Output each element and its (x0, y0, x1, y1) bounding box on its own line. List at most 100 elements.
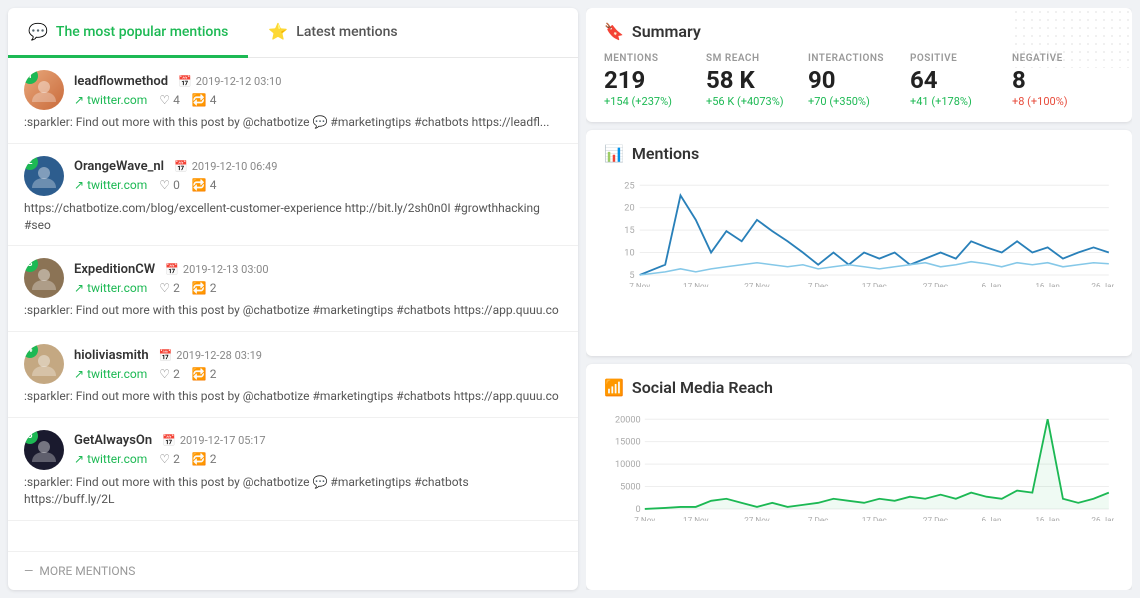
retweet-icon: 🔁 (192, 367, 207, 381)
svg-text:10000: 10000 (615, 459, 641, 470)
source-link[interactable]: ↗ twitter.com (74, 367, 147, 381)
mentions-chart-container: 25 20 15 10 5 7 Nov 17 Nov 27 Nov 7 Dec … (604, 175, 1114, 343)
mention-source-row: ↗ twitter.com ♡ 2 🔁 2 (74, 367, 562, 381)
calendar-icon: 📅 (162, 434, 176, 447)
mention-meta: leadflowmethod 📅 2019-12-12 03:10 ↗ twit… (74, 74, 562, 107)
svg-text:20: 20 (624, 203, 634, 214)
svg-text:20000: 20000 (615, 414, 641, 425)
svg-text:25: 25 (624, 180, 634, 191)
heart-icon: ♡ (159, 452, 170, 466)
star-icon: ⭐ (268, 22, 288, 41)
stat-label: MENTIONS (604, 53, 706, 64)
mention-date: 📅 2019-12-13 03:00 (165, 263, 268, 276)
stat-block: MENTIONS 219 +154 (+237%) (604, 53, 706, 108)
source-link[interactable]: ↗ twitter.com (74, 93, 147, 107)
share-icon: ↗ (74, 452, 84, 466)
mentions-chart-svg: 25 20 15 10 5 7 Nov 17 Nov 27 Nov 7 Dec … (604, 175, 1114, 287)
stat-value: 219 (604, 68, 706, 92)
stat-change: +56 K (+4073%) (706, 95, 808, 108)
chat-icon: 💬 (28, 22, 48, 41)
stat-label: POSITIVE (910, 53, 1012, 64)
retweet-icon: 🔁 (192, 281, 207, 295)
mention-text: https://chatbotize.com/blog/excellent-cu… (24, 200, 562, 234)
svg-text:6 Jan: 6 Jan (982, 281, 1002, 287)
svg-text:7 Dec: 7 Dec (808, 515, 829, 521)
stat-value: 64 (910, 68, 1012, 92)
avatar: 4 (24, 344, 64, 384)
stat-value: 8 (1012, 68, 1114, 92)
retweet-icon: 🔁 (192, 93, 207, 107)
retweets-stat: 🔁 2 (192, 452, 217, 466)
retweets-stat: 🔁 2 (192, 281, 217, 295)
mention-meta: hioliviasmith 📅 2019-12-28 03:19 ↗ twitt… (74, 348, 562, 381)
likes-stat: ♡ 4 (159, 93, 180, 107)
likes-stat: ♡ 0 (159, 178, 180, 192)
mention-date: 📅 2019-12-28 03:19 (159, 349, 262, 362)
likes-stat: ♡ 2 (159, 452, 180, 466)
mention-meta: GetAlwaysOn 📅 2019-12-17 05:17 ↗ twitter… (74, 433, 562, 466)
svg-text:16 Jan: 16 Jan (1035, 515, 1060, 521)
stat-block: SM REACH 58 K +56 K (+4073%) (706, 53, 808, 108)
svg-text:17 Dec: 17 Dec (862, 281, 887, 287)
stat-block: INTERACTIONS 90 +70 (+350%) (808, 53, 910, 108)
summary-card: 🔖 Summary MENTIONS 219 +154 (+237%) SM R… (586, 8, 1132, 122)
mention-username: GetAlwaysOn (74, 433, 152, 448)
mention-item: 1 leadflowmethod 📅 2019-12-12 03:10 (8, 58, 578, 144)
share-icon: ↗ (74, 281, 84, 295)
mention-date: 📅 2019-12-10 06:49 (174, 160, 277, 173)
svg-text:17 Dec: 17 Dec (862, 515, 887, 521)
svg-text:26 Jan: 26 Jan (1091, 515, 1113, 521)
calendar-icon: 📅 (165, 263, 179, 276)
svg-text:5000: 5000 (620, 482, 641, 493)
reach-chart-card: 📶 Social Media Reach 20000 15000 10000 5… (586, 364, 1132, 590)
more-mentions-label: MORE MENTIONS (39, 564, 135, 578)
stat-block: POSITIVE 64 +41 (+178%) (910, 53, 1012, 108)
likes-stat: ♡ 2 (159, 367, 180, 381)
share-icon: ↗ (74, 367, 84, 381)
mention-username: hioliviasmith (74, 348, 149, 363)
mention-date: 📅 2019-12-17 05:17 (162, 434, 265, 447)
more-mentions-button[interactable]: — MORE MENTIONS (8, 551, 578, 590)
mention-date: 📅 2019-12-12 03:10 (178, 75, 281, 88)
tab-latest-label: Latest mentions (296, 24, 397, 40)
share-icon: ↗ (74, 93, 84, 107)
heart-icon: ♡ (159, 281, 170, 295)
mention-username: OrangeWave_nl (74, 159, 164, 174)
bar-chart-icon: 📊 (604, 144, 624, 163)
source-link[interactable]: ↗ twitter.com (74, 178, 147, 192)
calendar-icon: 📅 (174, 160, 188, 173)
mention-item: 2 OrangeWave_nl 📅 2019-12-10 06:49 (8, 144, 578, 247)
avatar: 2 (24, 156, 64, 196)
svg-text:26 Jan: 26 Jan (1091, 281, 1113, 287)
svg-text:27 Dec: 27 Dec (923, 281, 948, 287)
tab-popular[interactable]: 💬 The most popular mentions (8, 8, 248, 58)
calendar-icon: 📅 (178, 75, 192, 88)
svg-text:27 Nov: 27 Nov (744, 281, 770, 287)
svg-text:5: 5 (629, 270, 634, 281)
avatar: 3 (24, 258, 64, 298)
stat-change: +154 (+237%) (604, 95, 706, 108)
heart-icon: ♡ (159, 178, 170, 192)
mention-meta: OrangeWave_nl 📅 2019-12-10 06:49 ↗ twitt… (74, 159, 562, 192)
mentions-chart-title: 📊 Mentions (604, 144, 1114, 163)
svg-text:15000: 15000 (615, 437, 641, 448)
mentions-list: 1 leadflowmethod 📅 2019-12-12 03:10 (8, 58, 578, 551)
svg-text:7 Dec: 7 Dec (808, 281, 829, 287)
stat-label: SM REACH (706, 53, 808, 64)
stat-value: 58 K (706, 68, 808, 92)
mention-text: :sparkler: Find out more with this post … (24, 474, 562, 508)
source-link[interactable]: ↗ twitter.com (74, 281, 147, 295)
calendar-icon: 📅 (159, 349, 173, 362)
wifi-icon: 📶 (604, 378, 624, 397)
stat-change: +41 (+178%) (910, 95, 1012, 108)
heart-icon: ♡ (159, 93, 170, 107)
source-link[interactable]: ↗ twitter.com (74, 452, 147, 466)
reach-chart-container: 20000 15000 10000 5000 0 7 Nov 17 Nov 27… (604, 409, 1114, 577)
mention-item: 3 ExpeditionCW 📅 2019-12-13 03:00 (8, 246, 578, 332)
reach-chart-title: 📶 Social Media Reach (604, 378, 1114, 397)
avatar: 1 (24, 70, 64, 110)
mention-text: :sparkler: Find out more with this post … (24, 114, 562, 131)
mention-meta: ExpeditionCW 📅 2019-12-13 03:00 ↗ twitte… (74, 262, 562, 295)
tab-latest[interactable]: ⭐ Latest mentions (248, 8, 417, 58)
more-mentions-dash: — (24, 564, 33, 578)
